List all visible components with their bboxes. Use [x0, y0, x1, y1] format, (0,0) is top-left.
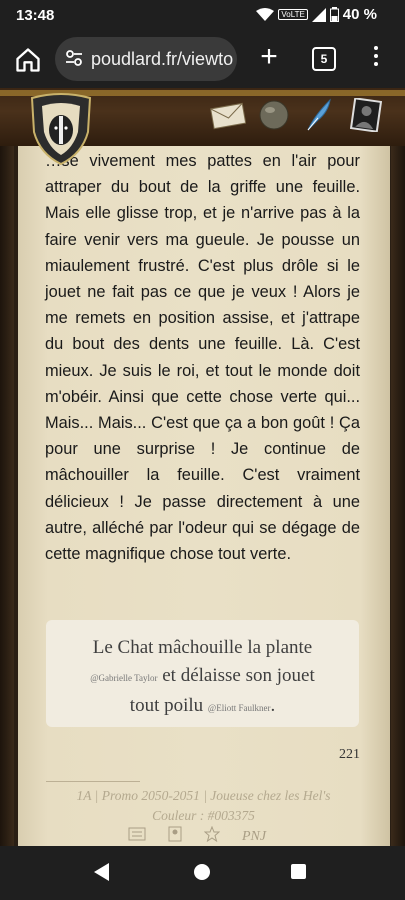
more-menu-icon[interactable] — [368, 42, 384, 72]
signature-divider — [46, 781, 140, 782]
left-border — [0, 146, 14, 846]
quill-icon[interactable] — [304, 98, 334, 132]
envelope-icon[interactable] — [210, 98, 246, 132]
quote-part-2: et délaisse son jouet — [162, 665, 315, 686]
status-icons: VoLTE 40 % — [256, 6, 377, 23]
house-crest-icon[interactable] — [28, 92, 94, 166]
right-border — [391, 146, 405, 846]
status-time: 13:48 — [16, 7, 55, 24]
signature: 1A | Promo 2050-2051 | Joueuse chez les … — [46, 786, 361, 826]
signature-line-2: Couleur : #003375 — [152, 808, 255, 823]
home-nav-icon[interactable] — [194, 864, 210, 880]
crystal-ball-icon[interactable] — [258, 98, 290, 132]
quote-part-3: tout poilu — [129, 695, 204, 716]
status-bar: 13:48 VoLTE 40 % — [0, 0, 405, 32]
signature-line-1: 1A | Promo 2050-2051 | Joueuse chez les … — [76, 788, 331, 803]
new-tab-button[interactable]: + — [255, 42, 283, 72]
back-icon[interactable] — [94, 863, 109, 881]
word-count: 221 — [339, 747, 360, 762]
volte-badge: VoLTE — [278, 9, 308, 20]
browser-toolbar: poudlard.fr/viewto + 5 — [0, 32, 405, 88]
signal-icon — [311, 7, 326, 22]
url-text: poudlard.fr/viewto — [91, 49, 234, 69]
home-icon[interactable] — [14, 46, 42, 74]
star-icon[interactable] — [203, 825, 221, 847]
address-bar[interactable]: poudlard.fr/viewto — [55, 37, 237, 81]
quote-end: . — [270, 695, 276, 716]
mention-tag-1[interactable]: @Gabrielle Taylor — [90, 673, 157, 683]
wifi-icon — [256, 7, 275, 21]
battery-percent: 40 % — [342, 6, 377, 23]
mention-tag-2[interactable]: @Eliott Faulkner — [208, 703, 271, 713]
quote-part-1: Le Chat mâchouille la plante — [92, 637, 313, 658]
summary-quote-box: Le Chat mâchouille la plante @Gabrielle … — [46, 620, 359, 727]
summary-quote: Le Chat mâchouille la plante @Gabrielle … — [46, 634, 359, 722]
signature-icons: PNJ — [128, 825, 266, 847]
tab-switcher-button[interactable]: 5 — [312, 47, 336, 71]
recents-icon[interactable] — [291, 864, 306, 879]
profile-icon[interactable] — [128, 827, 146, 846]
pnj-link[interactable]: PNJ — [242, 829, 266, 845]
site-settings-icon[interactable] — [65, 49, 83, 67]
portrait-frame-icon[interactable] — [350, 98, 382, 132]
system-nav-bar — [0, 846, 405, 900]
post-body-text: …se vivement mes pattes en l'air pour at… — [45, 152, 360, 564]
battery-icon — [329, 7, 339, 22]
contact-card-icon[interactable] — [168, 826, 182, 847]
